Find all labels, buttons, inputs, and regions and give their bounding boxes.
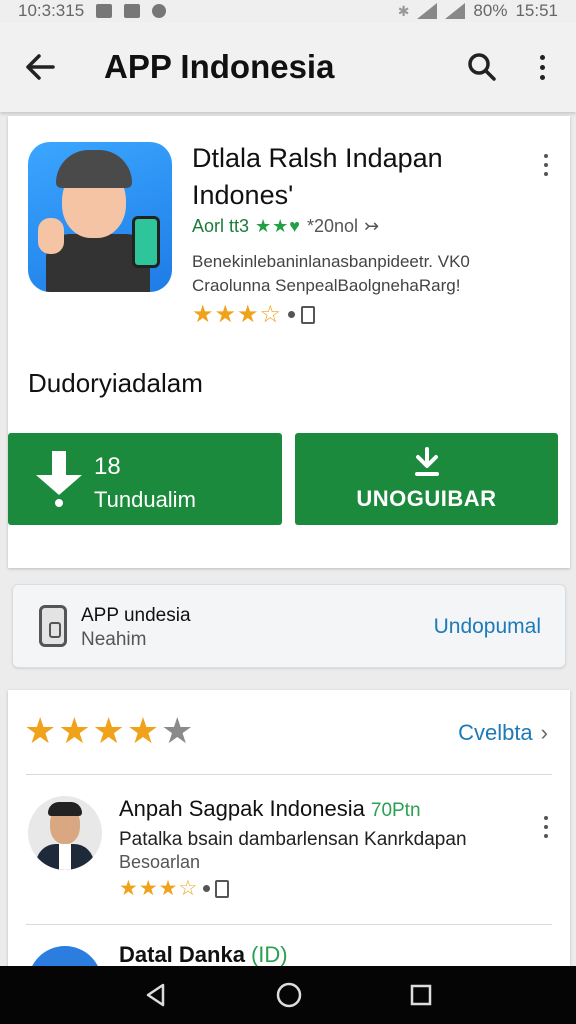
document-icon	[301, 305, 316, 324]
install-button[interactable]: UNOGUIBAR	[295, 433, 558, 525]
app-meta-row: Aorl tt3 ★★♥ *20nol ↣	[192, 216, 379, 237]
divider	[26, 924, 552, 925]
notification-dot-icon	[152, 4, 167, 18]
app-detail-card: Dtlala Ralsh Indapan Indones' Aorl tt3 ★…	[8, 116, 570, 568]
download-button[interactable]: 18 Tundualim	[8, 433, 282, 525]
app-bar: APP Indonesia	[0, 22, 576, 112]
app-description: Benekinlebaninlanasbanpideetr. VK0 Craol…	[192, 252, 470, 295]
meta-stars: ★★♥	[255, 216, 301, 236]
info-subtitle: Neahim	[81, 629, 147, 650]
status-time-right: 15:51	[515, 1, 558, 20]
install-icon	[414, 447, 439, 476]
see-all-reviews-link[interactable]: Cvelbta ›	[458, 720, 548, 746]
app-icon	[28, 142, 172, 292]
bluetooth-icon: ✱	[397, 2, 410, 19]
info-action-link[interactable]: Undopumal	[434, 615, 541, 639]
reviewer-tag: 70Ptn	[370, 800, 421, 821]
notification-icon	[96, 4, 113, 18]
search-icon	[468, 53, 496, 81]
peek-item-name: Datal Danka (ID)	[119, 942, 288, 967]
wifi-icon	[417, 3, 438, 19]
review-menu-button[interactable]	[544, 816, 548, 838]
meta-count: *20nol	[307, 216, 359, 236]
download-size: 18	[94, 453, 121, 480]
nav-recents-icon[interactable]	[409, 983, 433, 1007]
app-developer: Aorl tt3	[192, 216, 250, 236]
back-button[interactable]	[0, 22, 80, 112]
overall-rating-stars: ★★★★★	[24, 710, 196, 751]
download-label: Tundualim	[94, 487, 196, 512]
app-rating: ★★★☆	[192, 300, 316, 329]
status-time-left: 10:3:315	[18, 1, 85, 20]
more-options-button[interactable]	[512, 22, 572, 112]
reviewer-name: Anpah Sagpak Indonesia 70Ptn	[119, 796, 421, 821]
status-bar: 10:3:315 ✱ 80% 15:51	[0, 0, 576, 22]
signal-icon	[445, 3, 466, 19]
download-icon	[36, 451, 82, 507]
battery-level: 80%	[473, 1, 508, 20]
nav-back-icon[interactable]	[143, 982, 169, 1008]
document-icon	[215, 879, 230, 898]
review-rating: ★★★☆	[119, 876, 230, 901]
install-label: UNOGUIBAR	[356, 486, 497, 511]
nav-home-icon[interactable]	[275, 981, 303, 1009]
review-subtext: Besoarlan	[119, 852, 201, 872]
phone-icon	[39, 605, 67, 647]
dot-icon	[203, 885, 211, 892]
page-title: APP Indonesia	[104, 48, 335, 85]
more-vert-icon	[539, 54, 545, 80]
app-card-menu-button[interactable]	[544, 154, 548, 176]
more-vert-icon	[544, 154, 548, 176]
divider	[26, 774, 552, 775]
chart-notification-icon	[124, 4, 141, 18]
back-arrow-icon	[26, 54, 55, 80]
arrow-icon: ↣	[364, 216, 380, 236]
more-vert-icon	[544, 816, 548, 838]
chevron-right-icon: ›	[540, 720, 548, 745]
dot-icon	[288, 311, 296, 318]
avatar	[28, 796, 102, 870]
search-button[interactable]	[452, 22, 512, 112]
info-title: APP undesia	[81, 605, 191, 626]
review-text: Patalka bsain dambarlensan Kanrkdapan	[119, 829, 467, 850]
star-rating: ★★★☆	[192, 301, 283, 328]
section-label: Dudoryiadalam	[28, 368, 203, 398]
system-nav-bar	[0, 966, 576, 1024]
device-info-card[interactable]: APP undesia Neahim Undopumal	[12, 584, 566, 668]
reviews-card: ★★★★★ Cvelbta › Anpah Sagpak Indonesia 70P…	[8, 690, 570, 1020]
review-stars: ★★★☆	[119, 877, 199, 900]
app-name: Dtlala Ralsh Indapan Indones'	[192, 143, 443, 210]
